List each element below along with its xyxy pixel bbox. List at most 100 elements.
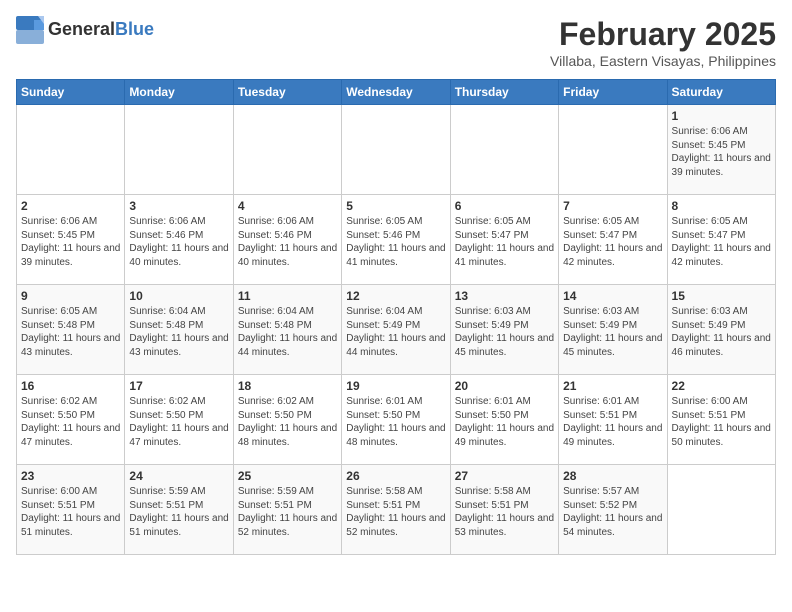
- day-info: Sunrise: 6:02 AM Sunset: 5:50 PM Dayligh…: [21, 395, 120, 449]
- calendar-cell: 27 Sunrise: 5:58 AM Sunset: 5:51 PM Dayli…: [450, 465, 558, 555]
- logo-text: GeneralBlue: [48, 20, 154, 40]
- day-number: 25: [238, 469, 337, 483]
- day-info: Sunrise: 5:57 AM Sunset: 5:52 PM Dayligh…: [563, 485, 662, 539]
- calendar-cell: 5 Sunrise: 6:05 AM Sunset: 5:46 PM Daylig…: [342, 195, 450, 285]
- calendar-cell: 6 Sunrise: 6:05 AM Sunset: 5:47 PM Daylig…: [450, 195, 558, 285]
- day-info: Sunrise: 5:58 AM Sunset: 5:51 PM Dayligh…: [346, 485, 445, 539]
- week-row-5: 23 Sunrise: 6:00 AM Sunset: 5:51 PM Dayli…: [17, 465, 776, 555]
- day-header-monday: Monday: [125, 80, 233, 105]
- day-info: Sunrise: 6:06 AM Sunset: 5:45 PM Dayligh…: [672, 125, 771, 179]
- day-info: Sunrise: 6:06 AM Sunset: 5:46 PM Dayligh…: [238, 215, 337, 269]
- week-row-4: 16 Sunrise: 6:02 AM Sunset: 5:50 PM Dayli…: [17, 375, 776, 465]
- day-number: 13: [455, 289, 554, 303]
- day-number: 19: [346, 379, 445, 393]
- calendar-cell: 20Sunrise: 6:01 AM Sunset: 5:50 PM Dayli…: [450, 375, 558, 465]
- day-number: 9: [21, 289, 120, 303]
- day-number: 16: [21, 379, 120, 393]
- calendar-cell: 1Sunrise: 6:06 AM Sunset: 5:45 PM Daylig…: [667, 105, 775, 195]
- day-number: 17: [129, 379, 228, 393]
- calendar-cell: 14 Sunrise: 6:03 AM Sunset: 5:49 PM Dayli…: [559, 285, 667, 375]
- calendar-cell: 16 Sunrise: 6:02 AM Sunset: 5:50 PM Dayli…: [17, 375, 125, 465]
- calendar-cell: 19 Sunrise: 6:01 AM Sunset: 5:50 PM Dayli…: [342, 375, 450, 465]
- day-header-sunday: Sunday: [17, 80, 125, 105]
- day-info: Sunrise: 6:05 AM Sunset: 5:47 PM Dayligh…: [563, 215, 662, 269]
- week-row-3: 9 Sunrise: 6:05 AM Sunset: 5:48 PM Daylig…: [17, 285, 776, 375]
- day-info: Sunrise: 6:06 AM Sunset: 5:46 PM Dayligh…: [129, 215, 228, 269]
- day-info: Sunrise: 6:05 AM Sunset: 5:47 PM Dayligh…: [455, 215, 554, 269]
- calendar-cell: 23 Sunrise: 6:00 AM Sunset: 5:51 PM Dayli…: [17, 465, 125, 555]
- logo-blue: Blue: [115, 19, 154, 39]
- day-number: 20: [455, 379, 554, 393]
- day-info: Sunrise: 6:03 AM Sunset: 5:49 PM Dayligh…: [455, 305, 554, 359]
- day-header-tuesday: Tuesday: [233, 80, 341, 105]
- calendar-cell: 13 Sunrise: 6:03 AM Sunset: 5:49 PM Dayli…: [450, 285, 558, 375]
- day-number: 21: [563, 379, 662, 393]
- day-info: Sunrise: 6:02 AM Sunset: 5:50 PM Dayligh…: [238, 395, 337, 449]
- calendar-cell: 8 Sunrise: 6:05 AM Sunset: 5:47 PM Daylig…: [667, 195, 775, 285]
- calendar-cell: 17 Sunrise: 6:02 AM Sunset: 5:50 PM Dayli…: [125, 375, 233, 465]
- day-info: Sunrise: 6:04 AM Sunset: 5:48 PM Dayligh…: [238, 305, 337, 359]
- day-number: 5: [346, 199, 445, 213]
- calendar-cell: [125, 105, 233, 195]
- day-info: Sunrise: 6:00 AM Sunset: 5:51 PM Dayligh…: [672, 395, 771, 449]
- logo-icon: [16, 16, 44, 44]
- day-number: 11: [238, 289, 337, 303]
- day-info: Sunrise: 6:03 AM Sunset: 5:49 PM Dayligh…: [672, 305, 771, 359]
- calendar-cell: 22Sunrise: 6:00 AM Sunset: 5:51 PM Dayli…: [667, 375, 775, 465]
- day-info: Sunrise: 6:01 AM Sunset: 5:50 PM Dayligh…: [346, 395, 445, 449]
- calendar-cell: 2 Sunrise: 6:06 AM Sunset: 5:45 PM Daylig…: [17, 195, 125, 285]
- day-info: Sunrise: 6:05 AM Sunset: 5:47 PM Dayligh…: [672, 215, 771, 269]
- logo-general: General: [48, 19, 115, 39]
- day-number: 2: [21, 199, 120, 213]
- calendar-cell: 7Sunrise: 6:05 AM Sunset: 5:47 PM Daylig…: [559, 195, 667, 285]
- day-number: 28: [563, 469, 662, 483]
- day-number: 10: [129, 289, 228, 303]
- day-number: 26: [346, 469, 445, 483]
- calendar-cell: [450, 105, 558, 195]
- day-info: Sunrise: 6:06 AM Sunset: 5:45 PM Dayligh…: [21, 215, 120, 269]
- day-info: Sunrise: 6:04 AM Sunset: 5:48 PM Dayligh…: [129, 305, 228, 359]
- calendar-cell: 28 Sunrise: 5:57 AM Sunset: 5:52 PM Dayli…: [559, 465, 667, 555]
- day-info: Sunrise: 6:01 AM Sunset: 5:51 PM Dayligh…: [563, 395, 662, 449]
- day-info: Sunrise: 5:59 AM Sunset: 5:51 PM Dayligh…: [238, 485, 337, 539]
- day-number: 14: [563, 289, 662, 303]
- title-block: February 2025 Villaba, Eastern Visayas, …: [550, 16, 776, 69]
- day-info: Sunrise: 6:05 AM Sunset: 5:46 PM Dayligh…: [346, 215, 445, 269]
- day-info: Sunrise: 5:58 AM Sunset: 5:51 PM Dayligh…: [455, 485, 554, 539]
- calendar-cell: [17, 105, 125, 195]
- day-info: Sunrise: 6:05 AM Sunset: 5:48 PM Dayligh…: [21, 305, 120, 359]
- day-info: Sunrise: 6:03 AM Sunset: 5:49 PM Dayligh…: [563, 305, 662, 359]
- day-number: 23: [21, 469, 120, 483]
- calendar-cell: 15 Sunrise: 6:03 AM Sunset: 5:49 PM Dayli…: [667, 285, 775, 375]
- days-header-row: SundayMondayTuesdayWednesdayThursdayFrid…: [17, 80, 776, 105]
- day-number: 18: [238, 379, 337, 393]
- calendar-cell: 4 Sunrise: 6:06 AM Sunset: 5:46 PM Daylig…: [233, 195, 341, 285]
- calendar-cell: 18 Sunrise: 6:02 AM Sunset: 5:50 PM Dayli…: [233, 375, 341, 465]
- calendar-cell: 24Sunrise: 5:59 AM Sunset: 5:51 PM Dayli…: [125, 465, 233, 555]
- day-header-friday: Friday: [559, 80, 667, 105]
- day-number: 6: [455, 199, 554, 213]
- calendar-table: SundayMondayTuesdayWednesdayThursdayFrid…: [16, 79, 776, 555]
- calendar-cell: 9 Sunrise: 6:05 AM Sunset: 5:48 PM Daylig…: [17, 285, 125, 375]
- month-title: February 2025: [550, 16, 776, 53]
- day-number: 4: [238, 199, 337, 213]
- week-row-1: 1Sunrise: 6:06 AM Sunset: 5:45 PM Daylig…: [17, 105, 776, 195]
- day-number: 24: [129, 469, 228, 483]
- day-number: 8: [672, 199, 771, 213]
- day-number: 27: [455, 469, 554, 483]
- day-info: Sunrise: 6:00 AM Sunset: 5:51 PM Dayligh…: [21, 485, 120, 539]
- day-number: 3: [129, 199, 228, 213]
- page-header: GeneralBlue February 2025 Villaba, Easte…: [16, 16, 776, 69]
- calendar-cell: 25 Sunrise: 5:59 AM Sunset: 5:51 PM Dayli…: [233, 465, 341, 555]
- calendar-cell: 26 Sunrise: 5:58 AM Sunset: 5:51 PM Dayli…: [342, 465, 450, 555]
- day-number: 15: [672, 289, 771, 303]
- calendar-cell: 21 Sunrise: 6:01 AM Sunset: 5:51 PM Dayli…: [559, 375, 667, 465]
- day-info: Sunrise: 6:02 AM Sunset: 5:50 PM Dayligh…: [129, 395, 228, 449]
- day-number: 12: [346, 289, 445, 303]
- calendar-cell: [233, 105, 341, 195]
- calendar-cell: [342, 105, 450, 195]
- location: Villaba, Eastern Visayas, Philippines: [550, 53, 776, 69]
- calendar-cell: 3 Sunrise: 6:06 AM Sunset: 5:46 PM Daylig…: [125, 195, 233, 285]
- calendar-cell: [667, 465, 775, 555]
- day-header-saturday: Saturday: [667, 80, 775, 105]
